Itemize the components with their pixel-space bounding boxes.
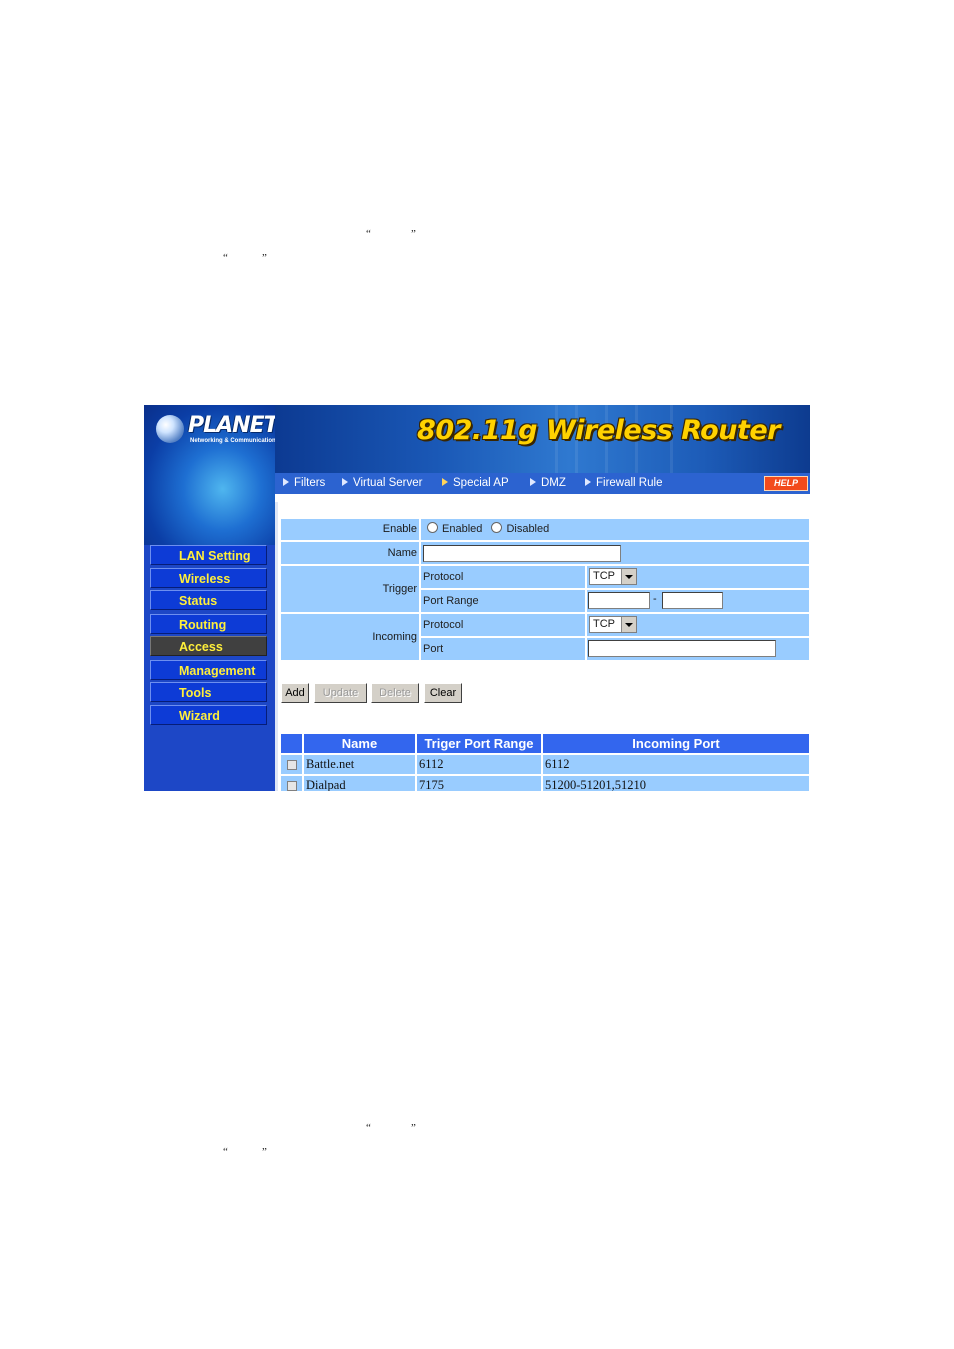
trigger-protocol-value: TCP (593, 570, 615, 582)
enable-label: Enable (281, 519, 419, 540)
port-range-label: Port Range (421, 590, 585, 612)
add-button[interactable]: Add (281, 683, 309, 703)
table-cell-incoming: 51200-51201,51210 (543, 776, 809, 791)
header-banner: 802.11g Wireless Router (275, 405, 810, 473)
trigger-protocol-select[interactable]: TCP (589, 568, 637, 585)
sidebar-item-status[interactable]: Status (150, 590, 267, 610)
incoming-label: Incoming (281, 614, 419, 660)
chevron-down-icon[interactable] (621, 617, 636, 632)
table-cell-trigger: 7175 (417, 776, 541, 791)
incoming-port-label: Port (421, 638, 585, 660)
page-title: 802.11g Wireless Router (417, 415, 780, 446)
disabled-radio[interactable] (491, 522, 503, 533)
sidebar-item-wireless[interactable]: Wireless (150, 568, 267, 588)
arrow-right-icon (442, 478, 448, 486)
arrow-right-icon (585, 478, 591, 486)
tab-label: DMZ (541, 477, 566, 489)
port-range-separator: - (653, 593, 657, 605)
sidebar-item-management[interactable]: Management (150, 660, 267, 680)
sidebar-item-routing[interactable]: Routing (150, 614, 267, 634)
port-range-from-input[interactable] (588, 592, 650, 609)
row-checkbox[interactable] (287, 760, 297, 770)
tab-bar: Filters Virtual Server Special AP DMZ Fi… (275, 473, 810, 494)
delete-button[interactable]: Delete (371, 683, 419, 703)
table-cell-trigger: 6112 (417, 755, 541, 774)
logo-text: PLANET (188, 413, 279, 438)
tab-firewall-rule[interactable]: Firewall Rule (585, 476, 662, 491)
name-input[interactable] (423, 545, 621, 562)
table-header-incoming: Incoming Port (543, 734, 809, 753)
incoming-port-cell (587, 638, 809, 660)
incoming-protocol-label: Protocol (421, 614, 585, 636)
main-content: Enable Enabled Disabled Name Trigger Pro… (275, 502, 810, 791)
incoming-protocol-cell: TCP (587, 614, 809, 636)
port-range-cell: - (587, 590, 809, 612)
disabled-option-label: Disabled (506, 523, 550, 535)
sidebar: LAN Setting Wireless Status Routing Acce… (144, 545, 275, 791)
tab-label: Filters (294, 477, 326, 489)
tab-dmz[interactable]: DMZ (530, 476, 566, 491)
trigger-label: Trigger (281, 566, 419, 612)
trigger-protocol-cell: TCP (587, 566, 809, 588)
sidebar-item-tools[interactable]: Tools (150, 682, 267, 702)
help-button[interactable]: HELP (764, 476, 808, 491)
sidebar-item-wizard[interactable]: Wizard (150, 705, 267, 725)
clear-button[interactable]: Clear (424, 683, 462, 703)
chevron-down-icon[interactable] (621, 569, 636, 584)
enabled-radio[interactable] (427, 522, 438, 533)
sidebar-item-lan-setting[interactable]: LAN Setting (150, 545, 267, 565)
arrow-right-icon (342, 478, 348, 486)
name-cell (421, 542, 809, 564)
table-cell-name: Battle.net (304, 755, 415, 774)
open-quote: “ (366, 228, 371, 240)
table-row-checkbox-cell (281, 755, 302, 774)
close-quote: ” (411, 1122, 416, 1134)
open-quote: “ (223, 1146, 228, 1158)
tab-label: Firewall Rule (596, 477, 663, 489)
tab-special-ap[interactable]: Special AP (442, 476, 509, 491)
logo-area: PLANET Networking & Communication (144, 405, 279, 545)
incoming-protocol-select[interactable]: TCP (589, 616, 637, 633)
sidebar-item-access[interactable]: Access (150, 636, 267, 656)
table-cell-name: Dialpad (304, 776, 415, 791)
port-range-to-input[interactable] (662, 592, 723, 609)
logo-tagline: Networking & Communication (190, 438, 276, 444)
table-header-name: Name (304, 734, 415, 753)
tab-label: Special AP (453, 477, 509, 489)
close-quote: ” (262, 1146, 267, 1158)
trigger-protocol-label: Protocol (421, 566, 585, 588)
planet-logo[interactable]: PLANET Networking & Communication (154, 413, 279, 447)
incoming-port-input[interactable] (588, 640, 776, 657)
table-header-select (281, 734, 302, 753)
enabled-option-label: Enabled (442, 523, 483, 535)
tab-virtual-server[interactable]: Virtual Server (342, 476, 422, 491)
arrow-right-icon (283, 478, 289, 486)
update-button[interactable]: Update (314, 683, 367, 703)
close-quote: ” (262, 252, 267, 264)
enable-options: Enabled Disabled (421, 519, 809, 540)
table-cell-incoming: 6112 (543, 755, 809, 774)
table-row-checkbox-cell (281, 776, 302, 791)
open-quote: “ (366, 1122, 371, 1134)
open-quote: “ (223, 252, 228, 264)
incoming-protocol-value: TCP (593, 618, 615, 630)
arrow-right-icon (530, 478, 536, 486)
table-header-trigger: Triger Port Range (417, 734, 541, 753)
tab-label: Virtual Server (353, 477, 423, 489)
tab-filters[interactable]: Filters (283, 476, 325, 491)
router-screenshot: PLANET Networking & Communication 802.11… (144, 405, 810, 791)
name-label: Name (281, 542, 419, 564)
close-quote: ” (411, 228, 416, 240)
row-checkbox[interactable] (287, 781, 297, 791)
globe-icon (156, 415, 184, 443)
